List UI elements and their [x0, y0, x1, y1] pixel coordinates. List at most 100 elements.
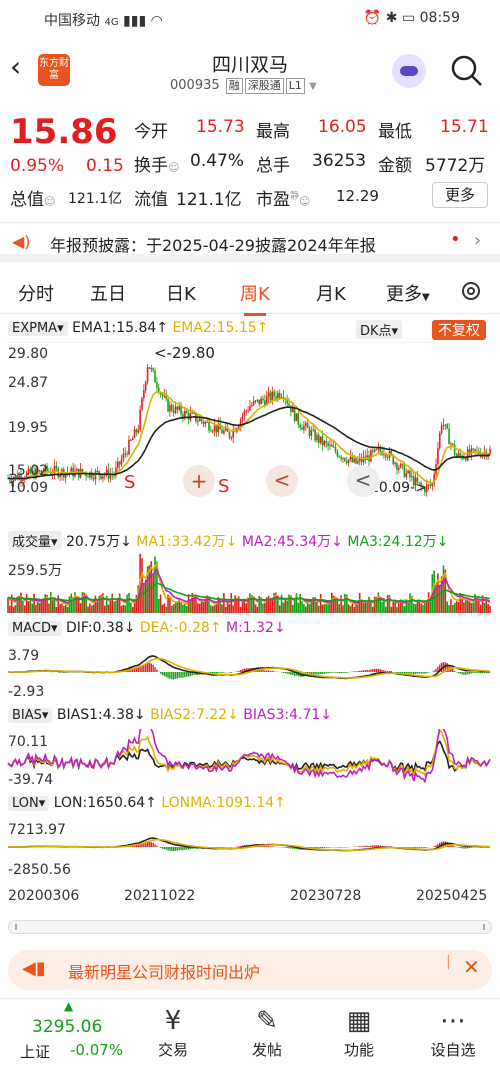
close-icon[interactable]: ✕ — [463, 955, 480, 979]
tab-five-day[interactable]: 五日 — [90, 280, 126, 306]
lon-chart[interactable] — [6, 817, 494, 877]
trade-icon: ¥ — [164, 1006, 182, 1036]
lonma-value: LONMA:1091.14↑ — [161, 795, 286, 811]
macd-y-top: 3.79 — [8, 648, 40, 664]
nav-post[interactable]: ✎ 发帖 — [232, 1003, 302, 1060]
tab-monthly[interactable]: 月K — [316, 280, 346, 306]
bias-select[interactable]: BIAS▾ — [8, 708, 53, 723]
volume-bar — [425, 601, 428, 613]
settings-gear-icon[interactable] — [458, 278, 484, 304]
zoom-in-button[interactable]: + — [183, 465, 215, 497]
tab-minute[interactable]: 分时 — [18, 280, 54, 306]
macd-bar — [178, 672, 180, 678]
more-button[interactable]: 更多 — [432, 182, 488, 208]
lon-bar — [169, 847, 171, 851]
lon-select[interactable]: LON▾ — [8, 796, 50, 811]
lon-bar — [182, 847, 184, 851]
tab-weekly[interactable]: 周K — [240, 280, 270, 316]
volume-bar — [321, 604, 324, 613]
candle-body — [178, 406, 181, 410]
network-label: 4G — [104, 17, 119, 28]
adjust-toggle[interactable]: 不复权 — [432, 320, 486, 340]
macd-bar — [219, 672, 221, 673]
volume-y-max: 259.5万 — [8, 563, 63, 579]
grid-icon: ▦ — [346, 1006, 372, 1036]
volume-bar — [185, 606, 188, 613]
macd-bar — [479, 672, 482, 674]
bias-chart[interactable] — [6, 729, 494, 789]
volume-bar — [327, 604, 329, 613]
dropdown-icon[interactable]: ▼ — [309, 81, 317, 92]
volume-bar — [29, 600, 32, 613]
candle-body — [465, 458, 467, 461]
volume-chart[interactable] — [6, 553, 494, 613]
volume-bar — [465, 599, 467, 613]
candle-body — [187, 413, 190, 420]
candle-body — [459, 453, 462, 456]
volume-bar — [33, 593, 35, 613]
tab-daily[interactable]: 日K — [166, 280, 196, 306]
search-icon[interactable] — [450, 54, 484, 88]
candlestick-chart[interactable] — [6, 342, 494, 500]
index-widget[interactable]: ▲ 3295.06 上证 -0.07% — [20, 999, 140, 1069]
candle-body — [191, 412, 194, 414]
nav-trade[interactable]: ¥ 交易 — [138, 1003, 208, 1060]
macd-bar — [182, 672, 184, 678]
macd-bar — [379, 669, 381, 672]
macd-bar — [435, 669, 437, 672]
macd-bar — [137, 667, 139, 672]
volume-bar — [59, 604, 61, 613]
macd-bar — [418, 672, 420, 674]
down-arrow-icon: ▲ — [64, 999, 74, 1013]
scroll-left-button-2[interactable]: < — [347, 465, 379, 497]
candle-body — [304, 423, 307, 426]
volume-bar — [133, 602, 136, 613]
x-label-1: 20200306 — [8, 888, 80, 904]
assistant-avatar[interactable] — [392, 54, 426, 88]
volume-bar — [215, 603, 218, 613]
macd-chart[interactable] — [6, 642, 494, 702]
candle-body — [355, 458, 357, 464]
lon-bar — [319, 847, 322, 849]
volume-bar — [183, 604, 186, 613]
chart-scrollbar[interactable] — [8, 920, 492, 934]
ema2-label: EMA2:15.15↑ — [172, 320, 269, 336]
volume-bar — [269, 598, 272, 613]
macd-bar — [452, 668, 454, 672]
macd-bar — [344, 672, 346, 673]
candle-body — [206, 421, 208, 423]
candle-body — [347, 459, 350, 464]
lon-bar — [336, 847, 339, 848]
volume-bar — [297, 602, 300, 613]
earnings-notice[interactable]: ◀) 年报预披露：于2025-04-29披露2024年年报 • › — [0, 222, 500, 262]
turnover-label: 换手☺ — [134, 156, 180, 176]
candle-body — [87, 476, 89, 478]
volume-bar — [55, 606, 58, 613]
candle-body — [485, 451, 488, 458]
nav-watchlist[interactable]: ⋯ 设自选 — [418, 1003, 488, 1060]
candle-body — [403, 464, 406, 478]
lon-bar — [422, 847, 424, 848]
volume-bar — [407, 602, 409, 613]
y-label-max: 29.80 — [8, 346, 49, 362]
candle-body — [444, 424, 447, 426]
dk-select[interactable]: DK点▾ — [356, 320, 403, 339]
promo-banner[interactable]: ◀▮ 最新明星公司财报时间出炉 | ✕ — [8, 950, 492, 990]
volume-bar — [463, 602, 465, 613]
macd-bar — [327, 672, 329, 674]
margin-tag: 融 — [225, 78, 243, 94]
volume-bar — [223, 593, 225, 613]
chevron-right-icon[interactable]: › — [474, 230, 481, 251]
candle-body — [237, 425, 240, 429]
volume-bar — [429, 601, 432, 613]
lon-bar — [284, 847, 286, 848]
scroll-left-button[interactable]: < — [266, 465, 298, 497]
macd-select[interactable]: MACD▾ — [8, 621, 62, 636]
lon-bar — [265, 846, 268, 847]
indicator-select[interactable]: EXPMA▾ — [8, 321, 68, 336]
volume-select[interactable]: 成交量▾ — [8, 531, 62, 550]
macd-bar — [338, 672, 340, 674]
tab-more[interactable]: 更多▼ — [386, 280, 430, 306]
nav-functions[interactable]: ▦ 功能 — [324, 1003, 394, 1060]
candle-body — [319, 436, 322, 443]
